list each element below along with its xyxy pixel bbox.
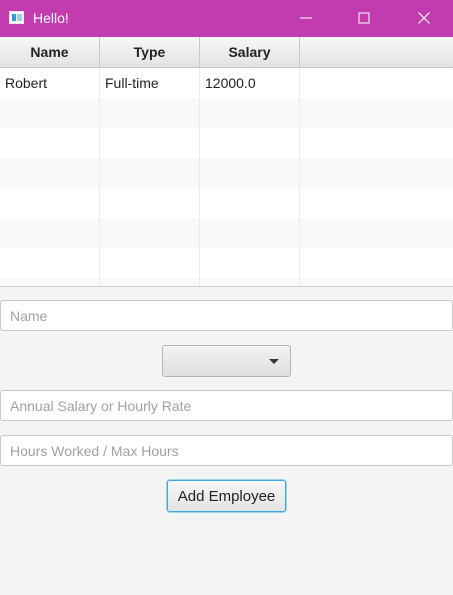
maximize-icon — [358, 12, 370, 24]
cell-type: Full-time — [100, 68, 200, 98]
empty-table-row — [0, 278, 453, 286]
cell-salary: 12000.0 — [200, 68, 300, 98]
column-header-filler — [300, 37, 453, 67]
column-header-name[interactable]: Name — [0, 37, 100, 67]
empty-table-row — [0, 158, 453, 188]
salary-input[interactable] — [0, 390, 453, 421]
table-header: Name Type Salary — [0, 37, 453, 68]
minimize-button[interactable] — [283, 0, 329, 37]
add-employee-button[interactable]: Add Employee — [167, 480, 286, 512]
cell-name: Robert — [0, 68, 100, 98]
column-header-salary[interactable]: Salary — [200, 37, 300, 67]
empty-table-row — [0, 218, 453, 248]
empty-table-row — [0, 98, 453, 128]
name-input[interactable] — [0, 300, 453, 331]
employee-table[interactable]: Name Type Salary Robert Full-time 12000.… — [0, 37, 453, 287]
table-row[interactable]: Robert Full-time 12000.0 — [0, 68, 453, 98]
empty-table-row — [0, 188, 453, 218]
empty-table-row — [0, 128, 453, 158]
title-bar: Hello! — [0, 0, 453, 37]
close-icon — [418, 12, 430, 24]
empty-table-row — [0, 248, 453, 278]
chevron-down-icon — [269, 359, 279, 364]
column-header-type[interactable]: Type — [100, 37, 200, 67]
employee-type-select[interactable] — [162, 345, 291, 377]
app-icon — [9, 11, 24, 24]
window-title: Hello! — [33, 10, 69, 26]
maximize-button[interactable] — [341, 0, 387, 37]
minimize-icon — [300, 17, 312, 19]
cell-filler — [300, 68, 453, 98]
close-button[interactable] — [401, 0, 447, 37]
hours-input[interactable] — [0, 435, 453, 466]
